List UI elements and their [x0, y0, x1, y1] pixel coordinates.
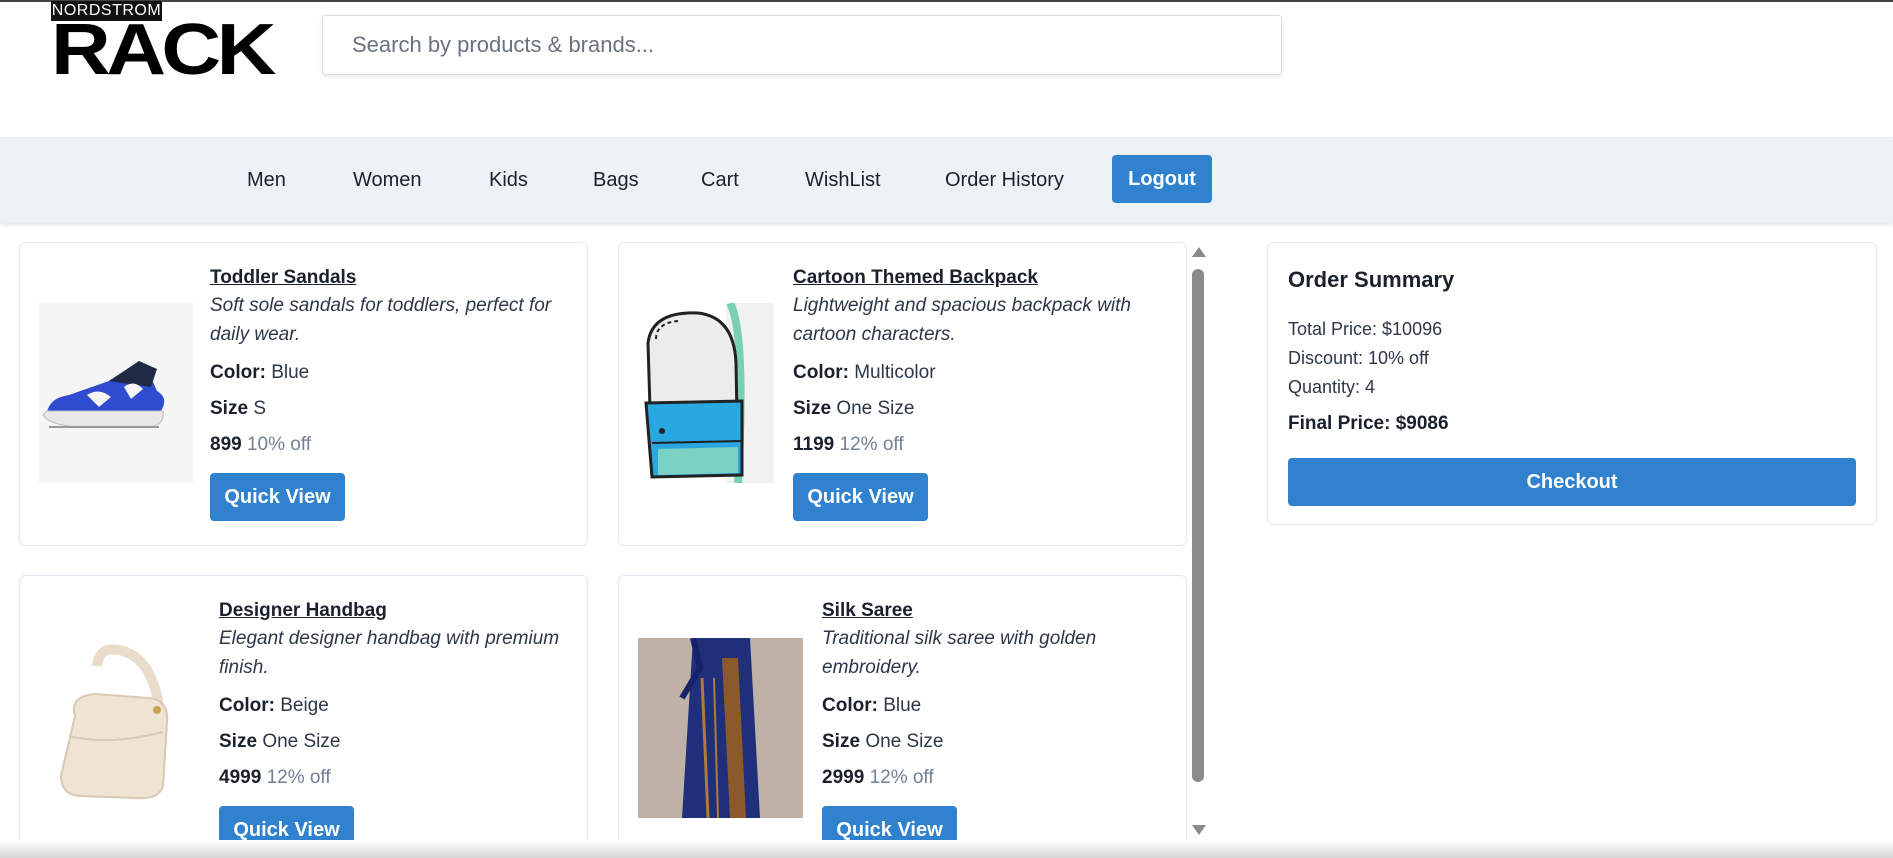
main-nav: Men Women Kids Bags Cart WishList Order …: [0, 137, 1893, 223]
top-border: [0, 0, 1893, 2]
search-input[interactable]: [352, 32, 1281, 58]
nordstrom-rack-logo[interactable]: NORDSTROM RACK: [51, 1, 276, 86]
scroll-up-arrow-icon[interactable]: [1192, 247, 1206, 257]
discount-value: 10% off: [246, 434, 312, 455]
product-title[interactable]: Designer Handbag: [219, 598, 579, 624]
product-description: Traditional silk saree with golden embro…: [822, 628, 1097, 678]
product-description: Soft sole sandals for toddlers, perfect …: [210, 295, 552, 345]
product-size: Size One Size: [793, 397, 1153, 421]
final-price: Final Price: $9086: [1288, 413, 1449, 434]
product-color: Color: Multicolor: [793, 361, 1153, 385]
product-card: Toddler Sandals Soft sole sandals for to…: [19, 242, 588, 546]
bottom-shadow: [0, 840, 1893, 858]
product-description: Elegant designer handbag with premium fi…: [219, 628, 560, 678]
quick-view-button[interactable]: Quick View: [793, 473, 928, 521]
product-size: Size One Size: [822, 730, 1182, 754]
nav-item-women[interactable]: Women: [353, 137, 422, 223]
product-card: Silk Saree Traditional silk saree with g…: [618, 575, 1187, 858]
size-label: Size: [822, 731, 861, 752]
size-label: Size: [219, 731, 258, 752]
color-label: Color:: [210, 362, 266, 383]
product-card: Cartoon Themed Backpack Lightweight and …: [618, 242, 1187, 546]
price-value: 1199: [793, 434, 835, 455]
scrollbar-thumb[interactable]: [1192, 269, 1204, 782]
product-card: Designer Handbag Elegant designer handba…: [19, 575, 588, 858]
nav-item-order-history[interactable]: Order History: [945, 137, 1064, 223]
size-value: One Size: [262, 731, 341, 752]
product-title[interactable]: Toddler Sandals: [210, 265, 570, 291]
quantity: Quantity: 4: [1288, 377, 1376, 397]
scroll-down-arrow-icon[interactable]: [1192, 825, 1206, 835]
order-summary-panel: Order Summary Total Price: $10096 Discou…: [1267, 242, 1877, 525]
color-value: Beige: [280, 695, 329, 716]
backpack-image[interactable]: [638, 301, 774, 484]
product-list-scrollbar[interactable]: [1189, 242, 1207, 842]
color-label: Color:: [219, 695, 275, 716]
search-bar: [322, 15, 1282, 75]
nav-item-men[interactable]: Men: [247, 137, 286, 223]
size-value: S: [253, 398, 266, 419]
price-value: 899: [210, 434, 242, 455]
logout-button[interactable]: Logout: [1112, 155, 1212, 203]
product-price: 4999 12% off: [219, 766, 579, 790]
product-price: 899 10% off: [210, 433, 570, 457]
product-size: Size One Size: [219, 730, 579, 754]
color-value: Blue: [883, 695, 922, 716]
product-title[interactable]: Silk Saree: [822, 598, 1182, 624]
product-price: 1199 12% off: [793, 433, 1153, 457]
color-label: Color:: [822, 695, 878, 716]
price-value: 4999: [219, 767, 262, 788]
nav-item-bags[interactable]: Bags: [593, 137, 639, 223]
product-title[interactable]: Cartoon Themed Backpack: [793, 265, 1153, 291]
size-label: Size: [210, 398, 249, 419]
logo-brand-main: RACK: [51, 10, 276, 90]
product-price: 2999 12% off: [822, 766, 1182, 790]
size-value: One Size: [865, 731, 944, 752]
sandal-image[interactable]: [39, 303, 193, 483]
product-description: Lightweight and spacious backpack with c…: [793, 295, 1131, 345]
product-color: Color: Blue: [210, 361, 570, 385]
total-price: Total Price: $10096: [1288, 319, 1443, 339]
product-color: Color: Blue: [822, 694, 1182, 718]
size-label: Size: [793, 398, 832, 419]
product-size: Size S: [210, 397, 570, 421]
order-summary-title: Order Summary: [1288, 267, 1455, 292]
nav-item-wishlist[interactable]: WishList: [805, 137, 881, 223]
discount-value: 12% off: [839, 434, 904, 455]
color-value: Multicolor: [854, 362, 936, 383]
size-value: One Size: [836, 398, 915, 419]
discount-value: 12% off: [869, 767, 934, 788]
nav-item-cart[interactable]: Cart: [701, 137, 739, 223]
color-label: Color:: [793, 362, 849, 383]
checkout-button[interactable]: Checkout: [1288, 458, 1856, 506]
handbag-image[interactable]: [39, 636, 199, 816]
saree-image[interactable]: [638, 637, 803, 819]
color-value: Blue: [271, 362, 310, 383]
discount: Discount: 10% off: [1288, 348, 1429, 368]
quick-view-button[interactable]: Quick View: [210, 473, 345, 521]
price-value: 2999: [822, 767, 865, 788]
product-color: Color: Beige: [219, 694, 579, 718]
discount-value: 12% off: [266, 767, 331, 788]
nav-item-kids[interactable]: Kids: [489, 137, 528, 223]
